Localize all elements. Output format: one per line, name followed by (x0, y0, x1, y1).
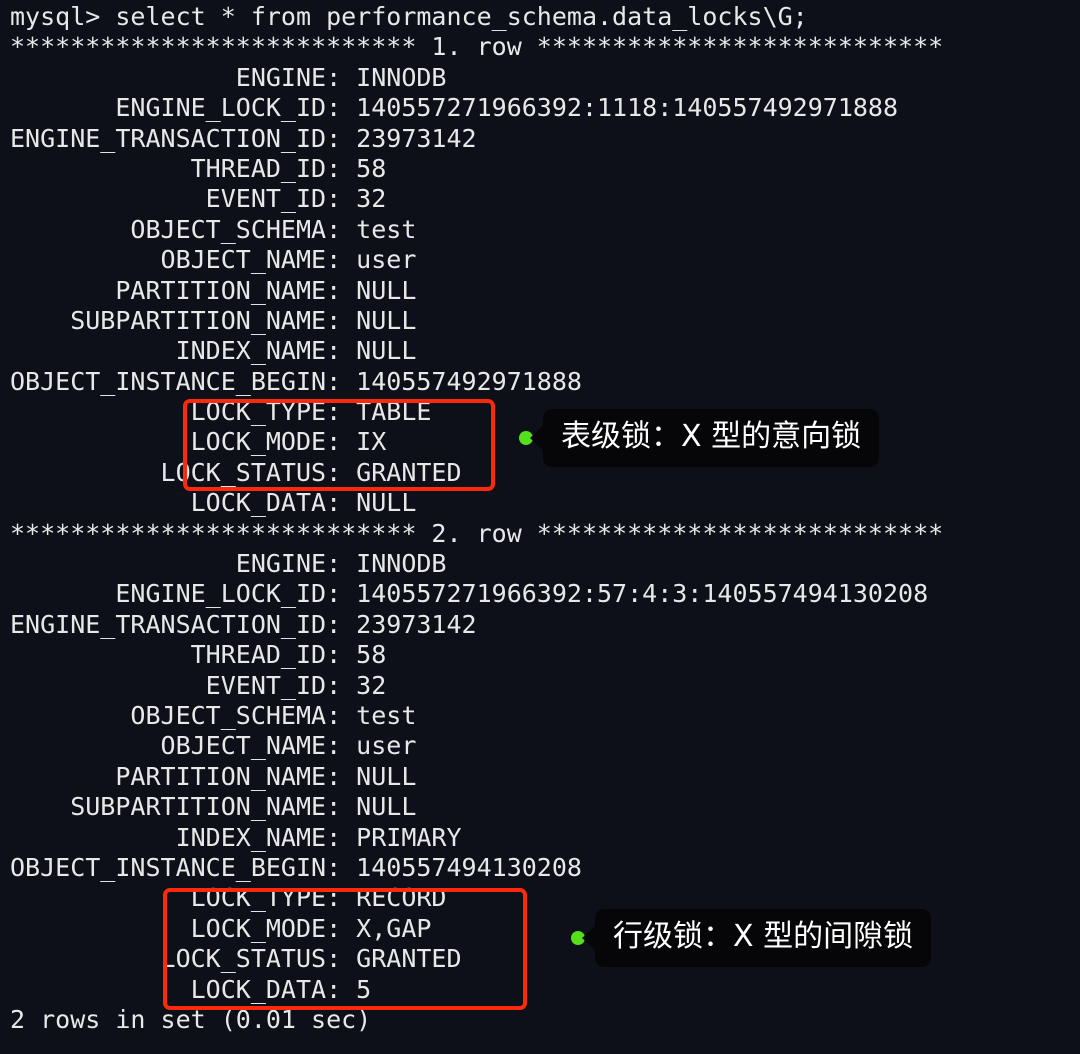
callout-record-lock: 行级锁：X 型的间隙锁 (571, 909, 932, 967)
terminal-line: ENGINE_LOCK_ID: 140557271966392:57:4:3:1… (10, 579, 929, 609)
terminal-line: THREAD_ID: 58 (10, 153, 387, 183)
terminal-line: *************************** 1. row *****… (10, 32, 944, 62)
terminal-line: ENGINE: INNODB (10, 62, 447, 92)
terminal-line: PARTITION_NAME: NULL (10, 275, 417, 305)
terminal-line: OBJECT_NAME: user (10, 245, 417, 275)
terminal-line: ENGINE: INNODB (10, 549, 447, 579)
callout-table-lock: 表级锁：X 型的意向锁 (519, 409, 880, 467)
terminal-line: SUBPARTITION_NAME: NULL (10, 792, 417, 822)
terminal-line: OBJECT_SCHEMA: test (10, 214, 417, 244)
terminal-line: ENGINE_TRANSACTION_ID: 23973142 (10, 123, 477, 153)
terminal-line: SUBPARTITION_NAME: NULL (10, 305, 417, 335)
terminal-line: INDEX_NAME: PRIMARY (10, 822, 462, 852)
callout-label-table-lock: 表级锁：X 型的意向锁 (543, 409, 880, 467)
terminal-line: LOCK_DATA: NULL (10, 488, 417, 518)
terminal-line: EVENT_ID: 32 (10, 184, 387, 214)
terminal-line: ENGINE_TRANSACTION_ID: 23973142 (10, 609, 477, 639)
callout-label-record-lock: 行级锁：X 型的间隙锁 (595, 909, 932, 967)
terminal-line: ENGINE_LOCK_ID: 140557271966392:1118:140… (10, 93, 899, 123)
terminal-line: EVENT_ID: 32 (10, 670, 387, 700)
terminal-line: OBJECT_SCHEMA: test (10, 700, 417, 730)
terminal-line: THREAD_ID: 58 (10, 640, 387, 670)
terminal-line: mysql> select * from performance_schema.… (10, 2, 808, 31)
terminal-line: 2 rows in set (0.01 sec) (10, 1004, 372, 1034)
terminal-line: *************************** 2. row *****… (10, 518, 944, 548)
terminal-line: OBJECT_INSTANCE_BEGIN: 140557492971888 (10, 366, 582, 396)
terminal-screenshot: mysql> select * from performance_schema.… (0, 0, 1080, 1054)
terminal-line: PARTITION_NAME: NULL (10, 761, 417, 791)
terminal-line: OBJECT_INSTANCE_BEGIN: 140557494130208 (10, 852, 582, 882)
terminal-line: INDEX_NAME: NULL (10, 336, 417, 366)
terminal-line: OBJECT_NAME: user (10, 731, 417, 761)
terminal-output: mysql> select * from performance_schema.… (10, 2, 1080, 1035)
terminal-line: LOCK_DATA: 5 (10, 974, 372, 1004)
